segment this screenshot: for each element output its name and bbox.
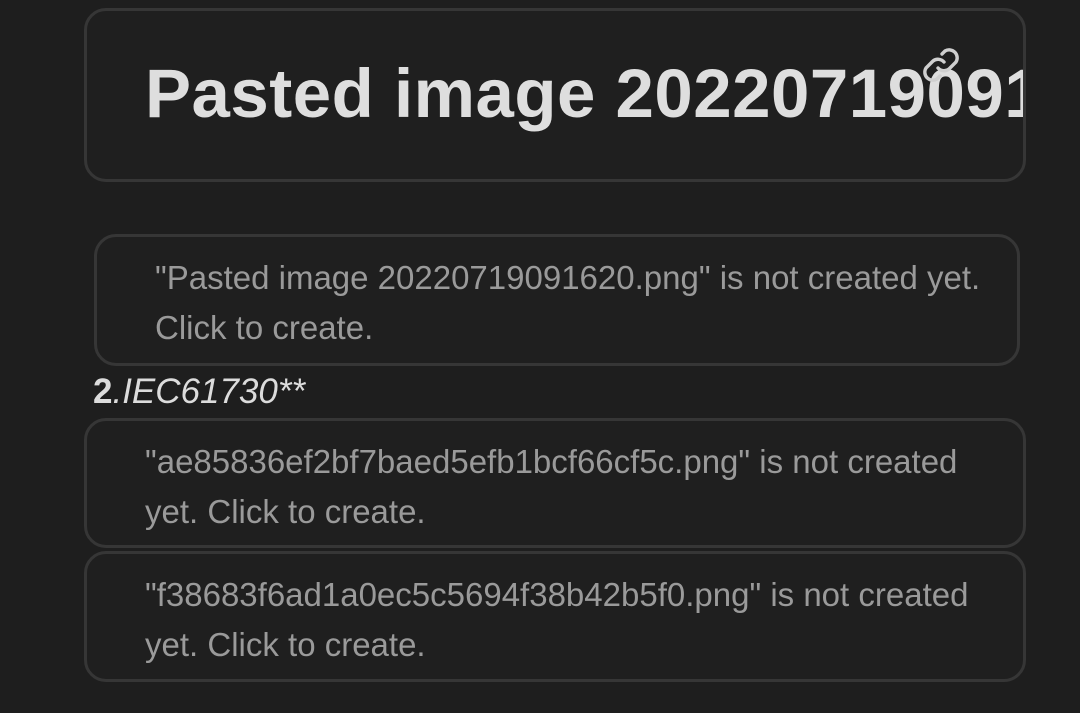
numbered-list-item: 2.IEC61730** [93,370,305,414]
create-file-prompt[interactable]: "ae85836ef2bf7baed5efb1bcf66cf5c.png" is… [145,437,1015,537]
missing-file-embed[interactable]: "f38683f6ad1a0ec5c5694f38b42b5f0.png" is… [84,551,1026,682]
create-file-prompt[interactable]: "Pasted image 20220719091620.png" is not… [155,253,1015,353]
title-embed: Pasted image 20220719091620 [84,8,1026,182]
note-view: Pasted image 20220719091620 "Pasted imag… [0,0,1080,713]
list-item-text: .IEC61730** [112,372,306,411]
create-file-prompt[interactable]: "f38683f6ad1a0ec5c5694f38b42b5f0.png" is… [145,570,1015,670]
embed-title: Pasted image 20220719091620 [145,55,1023,132]
list-number: 2 [93,372,113,411]
missing-file-embed[interactable]: "ae85836ef2bf7baed5efb1bcf66cf5c.png" is… [84,418,1026,548]
missing-file-embed[interactable]: "Pasted image 20220719091620.png" is not… [94,234,1020,366]
link-icon[interactable] [917,41,965,89]
